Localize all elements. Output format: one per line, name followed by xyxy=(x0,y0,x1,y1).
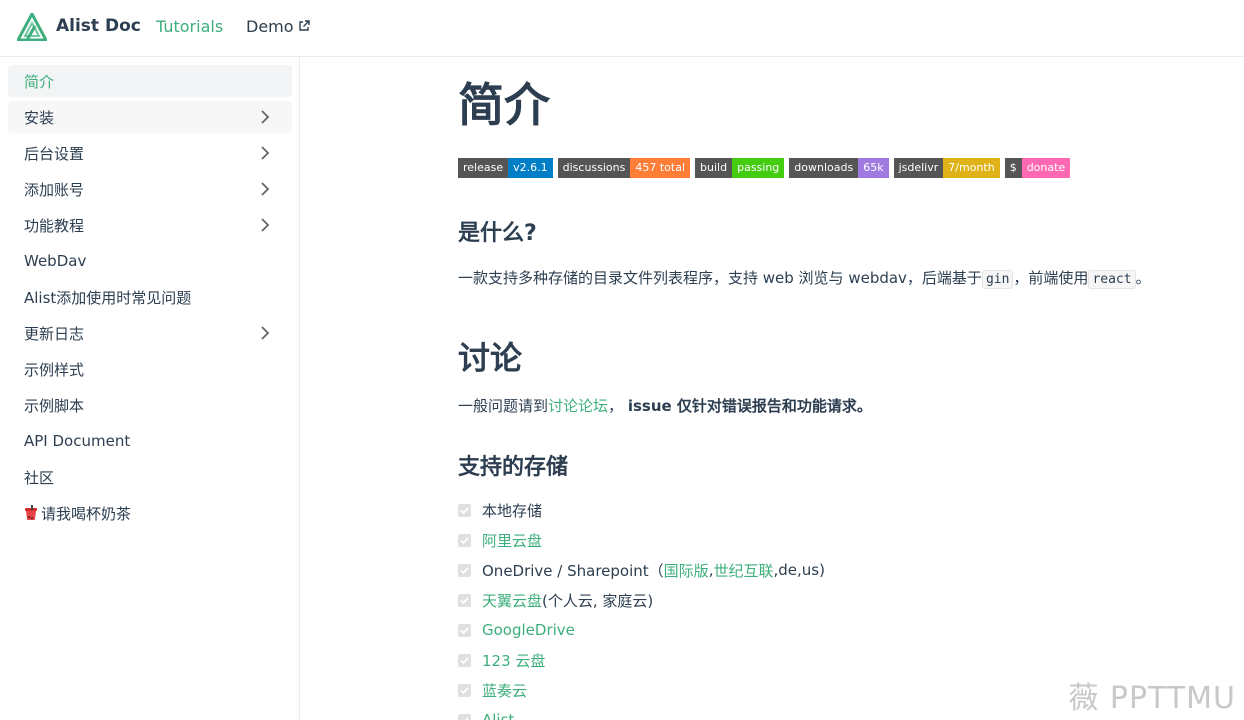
onedrive-21vianet-link[interactable]: 世纪互联 xyxy=(713,560,773,581)
list-item: 阿里云盘 xyxy=(458,530,542,550)
page-title: 简介 xyxy=(458,78,550,132)
sidebar-item-label: 示例样式 xyxy=(24,360,85,379)
sidebar-item-label: 请我喝杯奶茶 xyxy=(41,504,132,523)
sidebar-item-community[interactable]: 社区 xyxy=(8,461,292,493)
googledrive-link[interactable]: GoogleDrive xyxy=(482,621,575,639)
sidebar-item-install[interactable]: 安装 xyxy=(8,101,292,133)
badge-downloads[interactable]: downloads 65k xyxy=(789,158,889,178)
sidebar-item-api-document[interactable]: API Document xyxy=(8,425,292,457)
checkbox-checked xyxy=(458,623,471,637)
sidebar-item-label: API Document xyxy=(24,432,131,450)
code-gin: gin xyxy=(981,270,1014,289)
badge-donate[interactable]: $ donate xyxy=(1004,158,1071,178)
sidebar-item-label: 后台设置 xyxy=(24,144,85,163)
chevron-right-icon xyxy=(261,182,270,196)
list-item: OneDrive / Sharepoint（ 国际版, 世纪互联 ,de,us) xyxy=(458,560,825,580)
alist-logo-icon[interactable] xyxy=(17,13,47,41)
badges-row: release v2.6.1 discussions 457 total build… xyxy=(458,158,1071,178)
sidebar-item-label: 安装 xyxy=(24,108,55,127)
lanzou-link[interactable]: 蓝奏云 xyxy=(482,680,527,701)
tianyi-link[interactable]: 天翼云盘 xyxy=(482,590,542,611)
discussion-paragraph: 一般问题请到讨论论坛， issue 仅针对错误报告和功能请求。 xyxy=(458,397,872,415)
chevron-right-icon xyxy=(261,326,270,340)
sidebar-item-intro[interactable]: 简介 xyxy=(8,65,292,97)
sidebar-item-label: WebDav xyxy=(24,252,87,270)
nav-tutorials-link[interactable]: Tutorials xyxy=(156,17,223,36)
sidebar-item-label: Alist添加使用时常见问题 xyxy=(24,288,192,307)
sidebar-item-admin-settings[interactable]: 后台设置 xyxy=(8,137,292,169)
sidebar-item-example-styles[interactable]: 示例样式 xyxy=(8,353,292,385)
main-content: 简介 release v2.6.1 discussions 457 total bu… xyxy=(301,57,1244,720)
navbar: Alist Doc Tutorials Demo xyxy=(0,0,1244,57)
checkbox-checked xyxy=(458,503,471,517)
badge-discussions[interactable]: discussions 457 total xyxy=(557,158,691,178)
nav-demo-label: Demo xyxy=(246,17,294,36)
external-link-icon xyxy=(298,20,310,31)
sidebar-item-label: 添加账号 xyxy=(24,180,85,199)
chevron-right-icon xyxy=(261,218,270,232)
onedrive-intl-link[interactable]: 国际版 xyxy=(664,560,709,581)
checkbox-checked xyxy=(458,713,471,720)
list-item: GoogleDrive xyxy=(458,620,575,640)
checkbox-checked xyxy=(458,593,471,607)
checkbox-checked xyxy=(458,683,471,697)
sidebar-item-changelog[interactable]: 更新日志 xyxy=(8,317,292,349)
sidebar-item-tutorials[interactable]: 功能教程 xyxy=(8,209,292,241)
chevron-right-icon xyxy=(261,110,270,124)
sidebar-item-label: 功能教程 xyxy=(24,216,85,235)
watermark: 薇 PPTTMU xyxy=(1068,681,1236,716)
heading-what-is: 是什么? xyxy=(458,221,537,246)
sidebar-item-label: 更新日志 xyxy=(24,324,85,343)
list-item: 123 云盘 xyxy=(458,650,545,670)
checkbox-checked xyxy=(458,533,471,547)
site-name[interactable]: Alist Doc xyxy=(56,16,141,36)
sidebar-item-faq[interactable]: Alist添加使用时常见问题 xyxy=(8,281,292,313)
heading-discussion: 讨论 xyxy=(458,339,523,377)
sidebar-item-label: 简介 xyxy=(24,72,55,91)
badge-jsdelivr[interactable]: jsdelivr 7/month xyxy=(893,158,1000,178)
what-paragraph: 一款支持多种存储的目录文件列表程序，支持 web 浏览与 webdav，后端基于… xyxy=(458,269,1151,289)
aliyun-link[interactable]: 阿里云盘 xyxy=(482,530,542,551)
sidebar: 简介 安装 后台设置 添加账号 功能教程 WebDav Alist添加使用时常见… xyxy=(0,57,300,720)
list-item: 天翼云盘 (个人云, 家庭云) xyxy=(458,590,653,610)
checkbox-checked xyxy=(458,653,471,667)
alist-link[interactable]: Alist xyxy=(482,711,514,720)
sidebar-item-webdav[interactable]: WebDav xyxy=(8,245,292,277)
sidebar-item-label: 示例脚本 xyxy=(24,396,85,415)
sidebar-item-label: 社区 xyxy=(24,468,55,487)
sidebar-item-example-scripts[interactable]: 示例脚本 xyxy=(8,389,292,421)
bubble-tea-icon xyxy=(25,505,37,520)
heading-storage: 支持的存储 xyxy=(458,455,569,480)
badge-release[interactable]: release v2.6.1 xyxy=(458,158,553,178)
code-react: react xyxy=(1088,270,1136,289)
forum-link[interactable]: 讨论论坛 xyxy=(548,397,608,415)
yun123-link[interactable]: 123 云盘 xyxy=(482,650,545,671)
sidebar-item-add-account[interactable]: 添加账号 xyxy=(8,173,292,205)
chevron-right-icon xyxy=(261,146,270,160)
list-item: 蓝奏云 xyxy=(458,680,527,700)
list-item: 本地存储 xyxy=(458,500,542,520)
list-item: Alist xyxy=(458,710,514,720)
nav-demo-link[interactable]: Demo xyxy=(246,17,310,36)
checkbox-checked xyxy=(458,563,471,577)
badge-build[interactable]: build passing xyxy=(695,158,785,178)
sidebar-item-donate[interactable]: 请我喝杯奶茶 xyxy=(8,497,292,529)
